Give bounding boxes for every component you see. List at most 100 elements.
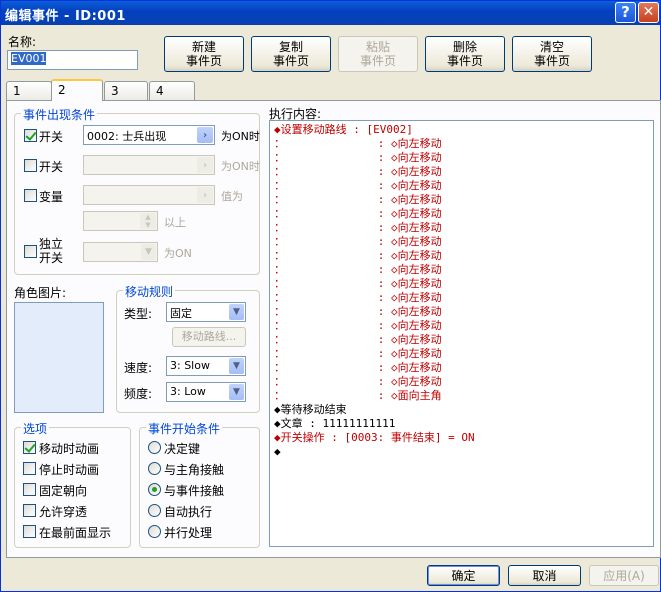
- variable-suffix: 值为: [221, 190, 243, 203]
- option-label: 停止时动画: [39, 463, 100, 477]
- chevron-down-icon[interactable]: ▼: [229, 304, 244, 320]
- spinner-arrows-icon[interactable]: ▲ ▼: [140, 213, 156, 229]
- command-row[interactable]: ◆文章 : 11111111111: [274, 417, 395, 431]
- cancel-button[interactable]: 取消: [508, 565, 581, 586]
- trigger-radio-2[interactable]: [148, 483, 161, 496]
- clear-page-button[interactable]: 清空 事件页: [512, 36, 592, 72]
- option-checkbox-3[interactable]: [23, 504, 36, 517]
- close-icon[interactable]: ✕: [638, 2, 659, 23]
- command-row[interactable]: ◆等待移动结束: [274, 403, 347, 417]
- copy-page-button[interactable]: 复制 事件页: [251, 36, 331, 72]
- character-graphic-box[interactable]: [14, 302, 104, 413]
- chevron-down-icon[interactable]: ▼: [229, 384, 244, 400]
- move-type-label: 类型:: [124, 307, 153, 321]
- command-row[interactable]: ： : ◇向左移动: [274, 375, 442, 389]
- command-row[interactable]: ： : ◇向左移动: [274, 291, 442, 305]
- command-row[interactable]: ◆开关操作 : [0003: 事件结束] = ON: [274, 431, 475, 445]
- self-switch-checkbox[interactable]: [24, 245, 37, 258]
- command-row[interactable]: ： : ◇向左移动: [274, 333, 442, 347]
- switch1-checkbox[interactable]: [24, 129, 37, 142]
- trigger-label: 与事件接触: [164, 484, 225, 498]
- option-checkbox-1[interactable]: [23, 462, 36, 475]
- command-row[interactable]: ： : ◇向左移动: [274, 305, 442, 319]
- command-row[interactable]: ： : ◇面向主角: [274, 389, 442, 403]
- command-row[interactable]: ： : ◇向左移动: [274, 179, 442, 193]
- trigger-label: 与主角接触: [164, 463, 225, 477]
- new-page-button[interactable]: 新建 事件页: [164, 36, 244, 72]
- move-route-button[interactable]: 移动路线...: [172, 327, 246, 347]
- command-row[interactable]: ： : ◇向左移动: [274, 235, 442, 249]
- option-checkbox-0[interactable]: [23, 441, 36, 454]
- command-row[interactable]: ◆设置移动路线 : [EV002]: [274, 123, 413, 137]
- option-checkbox-4[interactable]: [23, 525, 36, 538]
- self-switch-select[interactable]: ▼: [83, 242, 158, 262]
- trigger-radio-3[interactable]: [148, 504, 161, 517]
- edit-event-window: 编辑事件 - ID:001 ? ✕ 名称: EV001 新建 事件页 复制 事件…: [0, 0, 661, 592]
- tab-page-4[interactable]: 4: [149, 81, 195, 100]
- ok-button[interactable]: 确定: [427, 565, 500, 586]
- tab-page-2[interactable]: 2: [51, 79, 103, 101]
- command-row[interactable]: ◆: [274, 445, 281, 459]
- command-row[interactable]: ： : ◇向左移动: [274, 319, 442, 333]
- window-title: 编辑事件 - ID:001: [5, 9, 126, 24]
- name-input[interactable]: EV001: [7, 50, 138, 70]
- speed-select[interactable]: 3: Slow ▼: [166, 356, 246, 376]
- event-command-list[interactable]: ◆设置移动路线 : [EV002]： : ◇向左移动： : ◇向左移动： : ◇…: [269, 120, 654, 547]
- variable-select-icon[interactable]: ›: [197, 187, 213, 203]
- delete-page-button[interactable]: 删除 事件页: [425, 36, 505, 72]
- command-row[interactable]: ： : ◇向左移动: [274, 165, 442, 179]
- command-row[interactable]: ： : ◇向左移动: [274, 277, 442, 291]
- command-row[interactable]: ： : ◇向左移动: [274, 137, 442, 151]
- trigger-title: 事件开始条件: [146, 420, 223, 437]
- switch1-select-icon[interactable]: ›: [197, 127, 213, 143]
- title-bar[interactable]: 编辑事件 - ID:001 ? ✕: [1, 1, 660, 25]
- tab-page-3[interactable]: 3: [104, 81, 148, 100]
- conditions-title: 事件出现条件: [21, 106, 98, 123]
- command-row[interactable]: ： : ◇向左移动: [274, 347, 442, 361]
- variable-checkbox[interactable]: [24, 189, 37, 202]
- self-switch-suffix: 为ON: [164, 247, 192, 260]
- option-label: 在最前面显示: [39, 526, 112, 540]
- paste-page-button[interactable]: 粘贴 事件页: [338, 36, 418, 72]
- chevron-down-icon[interactable]: ▼: [229, 358, 244, 374]
- move-type-select[interactable]: 固定 ▼: [166, 302, 246, 322]
- variable-suffix2: 以上: [164, 216, 186, 229]
- frequency-label: 频度:: [124, 387, 153, 401]
- command-row[interactable]: ： : ◇向左移动: [274, 361, 442, 375]
- command-row[interactable]: ： : ◇向左移动: [274, 207, 442, 221]
- apply-button[interactable]: 应用(A): [589, 565, 659, 586]
- options-title: 选项: [21, 420, 50, 437]
- chevron-down-icon[interactable]: ▼: [141, 244, 156, 260]
- command-row[interactable]: ： : ◇向左移动: [274, 263, 442, 277]
- trigger-label: 决定键: [164, 442, 201, 456]
- trigger-radio-1[interactable]: [148, 462, 161, 475]
- switch1-field[interactable]: 0002: 士兵出现 ›: [83, 125, 215, 145]
- self-switch-label: 独立 开关: [39, 237, 64, 265]
- trigger-label: 并行处理: [164, 526, 213, 540]
- speed-label: 速度:: [124, 361, 153, 375]
- trigger-label: 自动执行: [164, 505, 213, 519]
- name-label: 名称:: [8, 35, 37, 49]
- tab-page-1[interactable]: 1: [6, 81, 52, 100]
- command-row[interactable]: ： : ◇向左移动: [274, 151, 442, 165]
- switch2-select-icon[interactable]: ›: [197, 157, 213, 173]
- switch1-suffix: 为ON时: [221, 130, 260, 143]
- command-row[interactable]: ： : ◇向左移动: [274, 249, 442, 263]
- option-label: 移动时动画: [39, 442, 100, 456]
- switch2-label: 开关: [39, 160, 64, 174]
- option-checkbox-2[interactable]: [23, 483, 36, 496]
- variable-field[interactable]: ›: [83, 185, 215, 205]
- switch2-field[interactable]: ›: [83, 155, 215, 175]
- option-label: 允许穿透: [39, 505, 88, 519]
- command-row[interactable]: ： : ◇向左移动: [274, 221, 442, 235]
- trigger-radio-4[interactable]: [148, 525, 161, 538]
- trigger-radio-0[interactable]: [148, 441, 161, 454]
- variable-value-spinner[interactable]: ▲ ▼: [83, 211, 158, 231]
- switch2-checkbox[interactable]: [24, 159, 37, 172]
- command-row[interactable]: ： : ◇向左移动: [274, 193, 442, 207]
- variable-label: 变量: [39, 190, 64, 204]
- option-label: 固定朝向: [39, 484, 88, 498]
- switch1-label: 开关: [39, 130, 64, 144]
- frequency-select[interactable]: 3: Low ▼: [166, 382, 246, 402]
- help-icon[interactable]: ?: [615, 2, 636, 23]
